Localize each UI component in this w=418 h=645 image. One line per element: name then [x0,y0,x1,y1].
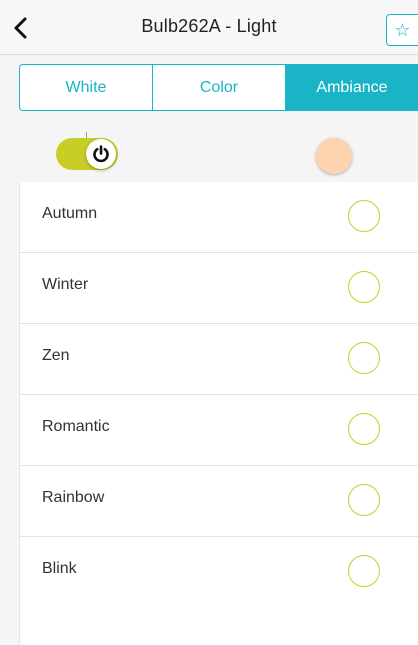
scene-label: Blink [42,560,77,577]
app-header: Bulb262A - Light ☆ [0,0,418,55]
scene-radio[interactable] [348,413,380,445]
scene-radio[interactable] [348,484,380,516]
tab-white[interactable]: White [20,65,153,110]
mode-tabs: White Color Ambiance [19,64,418,111]
back-button[interactable] [8,14,34,42]
list-item-autumn[interactable]: Autumn [20,182,418,253]
chevron-left-icon [14,17,27,39]
power-icon [93,145,109,163]
tab-ambiance[interactable]: Ambiance [286,65,418,110]
toggle-knob [86,139,116,169]
tab-color[interactable]: Color [153,65,286,110]
scene-radio[interactable] [348,271,380,303]
page-title: Bulb262A - Light [141,16,277,36]
scene-radio[interactable] [348,342,380,374]
color-swatch-button[interactable] [316,138,352,174]
list-item-winter[interactable]: Winter [20,253,418,324]
scene-list: Autumn Winter Zen Romantic Rainbow Blink [19,182,418,645]
list-item-romantic[interactable]: Romantic [20,395,418,466]
star-icon: ☆ [394,19,411,40]
light-controls [0,118,418,182]
list-item-rainbow[interactable]: Rainbow [20,466,418,537]
scene-label: Romantic [42,418,110,435]
list-item-blink[interactable]: Blink [20,537,418,607]
scene-label: Autumn [42,205,98,222]
scene-radio[interactable] [348,555,380,587]
scene-label: Zen [42,347,70,364]
list-item-zen[interactable]: Zen [20,324,418,395]
power-toggle[interactable] [56,138,118,170]
scene-radio[interactable] [348,200,380,232]
scene-label: Rainbow [42,489,105,506]
scene-label: Winter [42,276,89,293]
favorite-button[interactable]: ☆ [386,14,418,46]
